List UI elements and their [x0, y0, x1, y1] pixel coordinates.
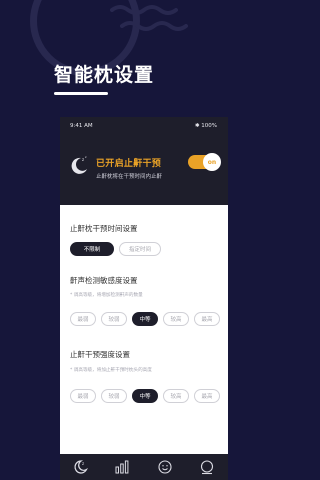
- time-settings-title: 止鼾枕干预时间设置: [70, 224, 138, 233]
- switch-knob: on: [203, 153, 221, 171]
- wave-decoration: [110, 5, 188, 31]
- bottom-tab-bar: z: [60, 454, 228, 480]
- svg-text:z: z: [82, 461, 84, 466]
- sensitivity-option-weakest[interactable]: 最弱: [70, 312, 96, 326]
- intervention-switch[interactable]: on: [188, 153, 221, 171]
- sensitivity-title: 鼾声检测敏感度设置: [70, 276, 138, 285]
- sensitivity-hint: * 调高等级，将增加检测鼾声的数量: [70, 293, 143, 298]
- sensitivity-option-weak[interactable]: 较弱: [101, 312, 127, 326]
- status-time: 9:41 AM: [70, 123, 93, 129]
- svg-text:z: z: [85, 155, 87, 159]
- smiley-icon[interactable]: [157, 459, 173, 475]
- intensity-option-highest[interactable]: 最高: [194, 389, 220, 403]
- sensitivity-option-highest[interactable]: 最高: [194, 312, 220, 326]
- headline-underline: [54, 92, 108, 95]
- status-battery: ✱ 100%: [194, 123, 217, 129]
- bar-chart-icon[interactable]: [114, 459, 130, 475]
- intensity-title: 止鼾干预强度设置: [70, 350, 130, 359]
- page-headline: 智能枕设置: [54, 64, 155, 86]
- sleep-icon[interactable]: z: [72, 459, 88, 475]
- moon-sleep-icon: z z: [71, 155, 87, 174]
- profile-icon[interactable]: [199, 459, 215, 475]
- time-option-unlimited[interactable]: 不限制: [70, 242, 114, 256]
- intensity-option-weak[interactable]: 较弱: [101, 389, 127, 403]
- sensitivity-option-high[interactable]: 较高: [163, 312, 189, 326]
- status-bar: 9:41 AM ✱ 100%: [60, 117, 228, 135]
- intensity-option-medium[interactable]: 中等: [132, 389, 158, 403]
- phone-screen: 9:41 AM ✱ 100% z z 已开启止鼾干预 止鼾枕将在干预时间内止鼾 …: [60, 117, 228, 480]
- intensity-option-high[interactable]: 较高: [163, 389, 189, 403]
- sensitivity-option-medium[interactable]: 中等: [132, 312, 158, 326]
- intensity-option-weakest[interactable]: 最弱: [70, 389, 96, 403]
- settings-panel: 止鼾枕干预时间设置 不限制 指定时间 鼾声检测敏感度设置 * 调高等级，将增加检…: [60, 205, 228, 454]
- toggle-description: 止鼾枕将在干预时间内止鼾: [96, 174, 163, 180]
- intensity-hint: * 调高等级，将加止鼾干预时枕头的高度: [70, 368, 152, 373]
- time-option-specified[interactable]: 指定时间: [119, 242, 161, 256]
- toggle-title: 已开启止鼾干预: [96, 159, 162, 169]
- svg-text:z: z: [82, 157, 84, 162]
